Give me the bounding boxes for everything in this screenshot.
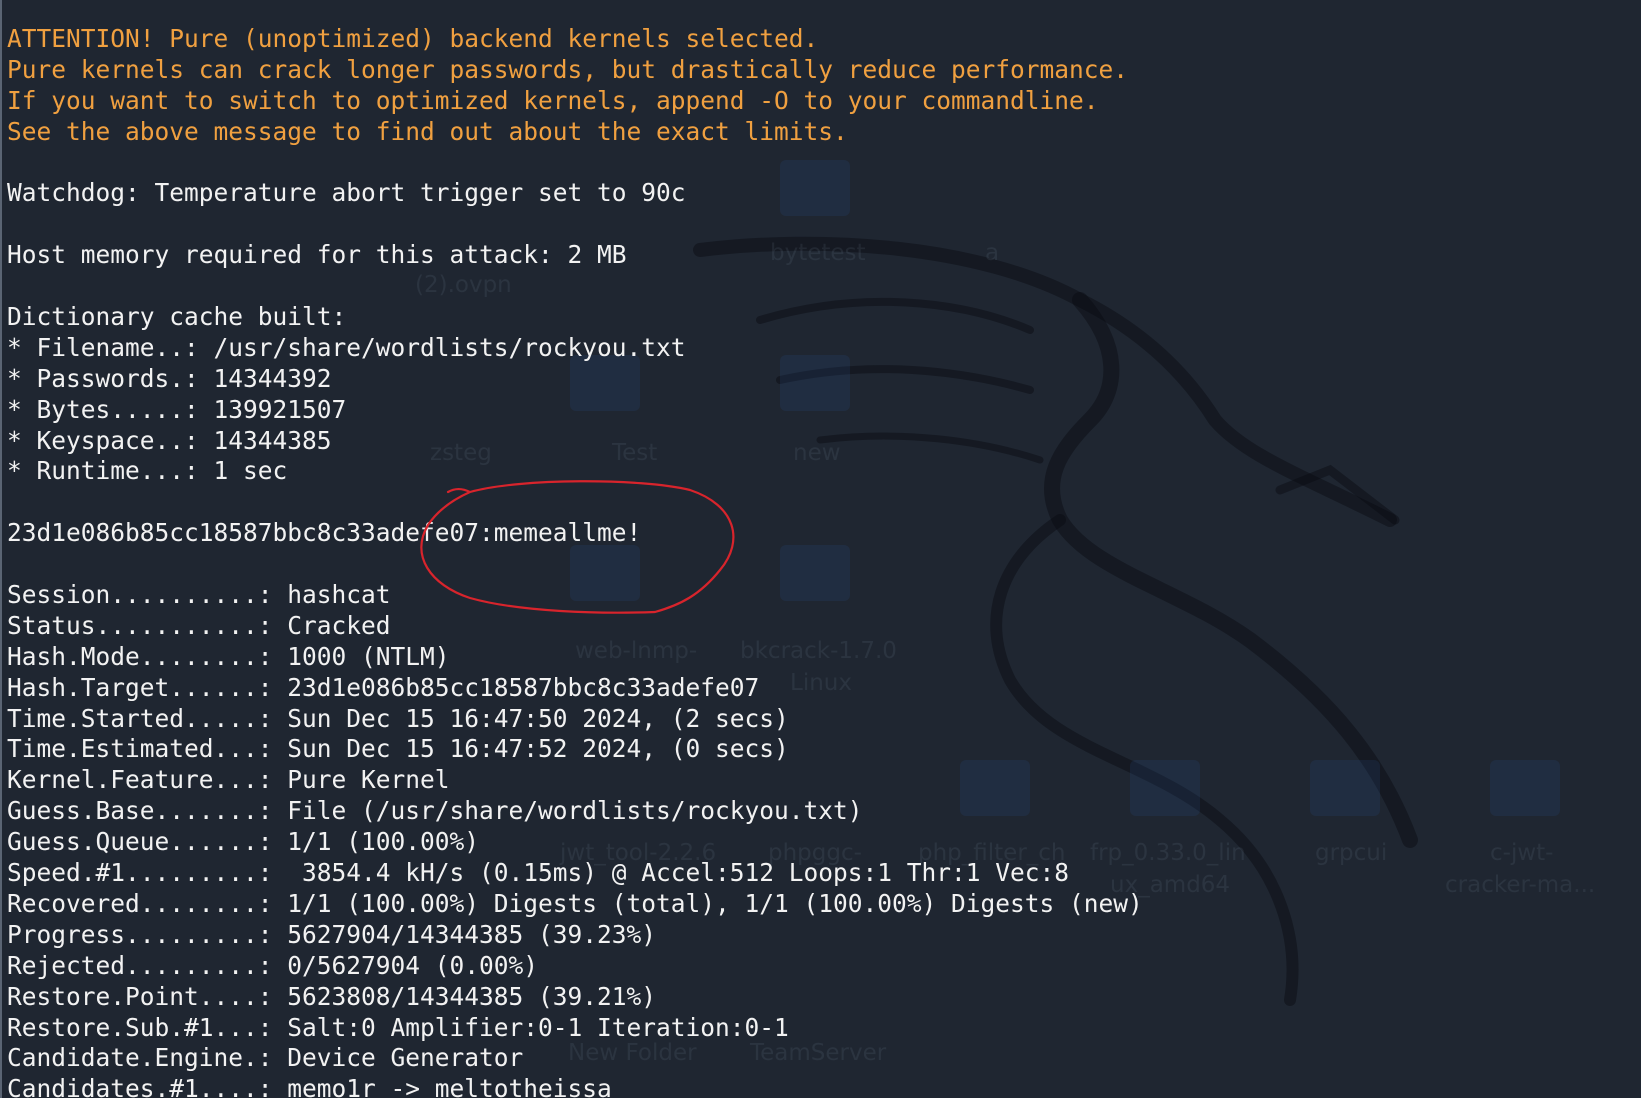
desktop-label: grpcui xyxy=(1315,840,1388,866)
terminal-warning-line: Pure kernels can crack longer passwords,… xyxy=(7,54,1129,84)
terminal-line: Candidate.Engine.: Device Generator xyxy=(7,1043,524,1073)
terminal-line: Guess.Base.......: File (/usr/share/word… xyxy=(7,796,863,826)
terminal-line: Time.Started.....: Sun Dec 15 16:47:50 2… xyxy=(7,703,789,733)
terminal-line: Candidates.#1....: memo1r -> meltotheiss… xyxy=(7,1074,612,1098)
window-border xyxy=(0,0,2,1098)
terminal-line: Speed.#1.........: 3854.4 kH/s (0.15ms) … xyxy=(7,858,1070,888)
terminal-line: Restore.Sub.#1...: Salt:0 Amplifier:0-1 … xyxy=(7,1012,789,1042)
desktop-label: c-jwt- xyxy=(1490,840,1554,866)
terminal-warning-line: See the above message to find out about … xyxy=(7,116,848,146)
terminal-line: Dictionary cache built: xyxy=(7,302,347,332)
terminal-line: * Keyspace..: 14344385 xyxy=(7,425,332,455)
terminal-line: Rejected.........: 0/5627904 (0.00%) xyxy=(7,950,539,980)
terminal-line: Progress.........: 5627904/14344385 (39.… xyxy=(7,919,657,949)
terminal-line: Hash.Mode........: 1000 (NTLM) xyxy=(7,641,450,671)
terminal-output[interactable]: ATTENTION! Pure (unoptimized) backend ke… xyxy=(7,24,1143,1098)
terminal-line: Kernel.Feature...: Pure Kernel xyxy=(7,765,450,795)
terminal-warning-line: If you want to switch to optimized kerne… xyxy=(7,85,1099,115)
terminal-warning-line: ATTENTION! Pure (unoptimized) backend ke… xyxy=(7,24,819,53)
terminal-line: Hash.Target......: 23d1e086b85cc18587bbc… xyxy=(7,672,760,702)
terminal-line: * Filename..: /usr/share/wordlists/rocky… xyxy=(7,332,686,362)
terminal-line: Time.Estimated...: Sun Dec 15 16:47:52 2… xyxy=(7,734,789,764)
terminal-line: 23d1e086b85cc18587bbc8c33adefe07:memeall… xyxy=(7,518,642,548)
desktop-label: cracker-ma... xyxy=(1445,872,1596,898)
terminal-line: Session..........: hashcat xyxy=(7,580,391,610)
desktop-folder-icon xyxy=(1310,760,1380,816)
terminal-line: Status...........: Cracked xyxy=(7,610,391,640)
terminal-line: * Bytes.....: 139921507 xyxy=(7,394,347,424)
terminal-line: Watchdog: Temperature abort trigger set … xyxy=(7,178,686,208)
terminal-line: Host memory required for this attack: 2 … xyxy=(7,240,627,270)
desktop-folder-icon xyxy=(1490,760,1560,816)
terminal-window[interactable]: bytetest a (2).ovpn zsteg Test new web-l… xyxy=(0,0,1641,1098)
terminal-line: Restore.Point....: 5623808/14344385 (39.… xyxy=(7,981,657,1011)
terminal-line: Guess.Queue......: 1/1 (100.00%) xyxy=(7,827,480,857)
terminal-line: Recovered........: 1/1 (100.00%) Digests… xyxy=(7,888,1143,918)
terminal-line: * Runtime...: 1 sec xyxy=(7,456,288,486)
terminal-line: * Passwords.: 14344392 xyxy=(7,363,332,393)
